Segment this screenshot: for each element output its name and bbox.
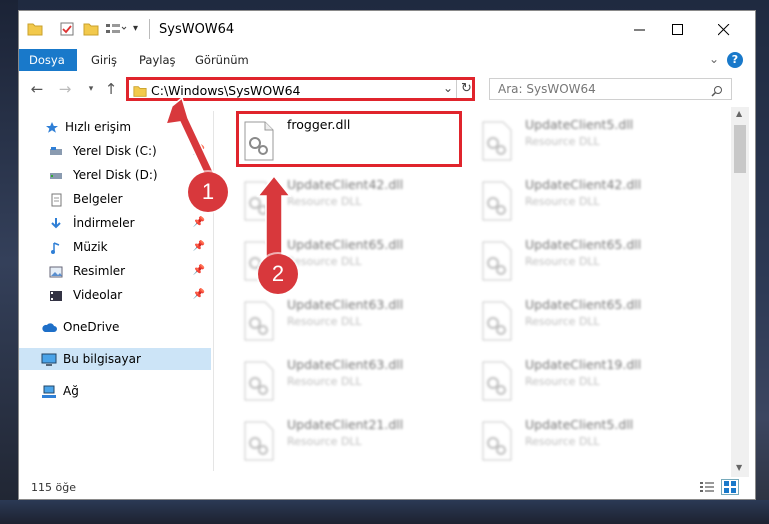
step-badge-1: 1 xyxy=(188,172,228,212)
annotation-arrows xyxy=(164,96,292,261)
arrow-2 xyxy=(256,174,292,261)
step-badge-2: 2 xyxy=(258,254,298,294)
